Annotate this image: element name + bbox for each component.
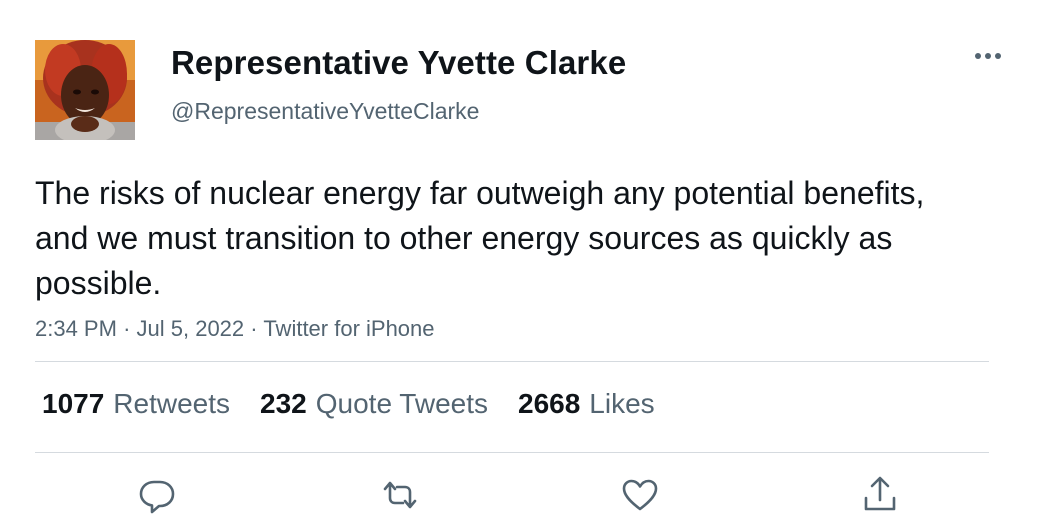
avatar[interactable]: [35, 40, 135, 140]
quote-tweets-label: Quote Tweets: [315, 388, 488, 419]
quote-tweets-count: 232: [260, 388, 307, 419]
tweet-card: Representative Yvette Clarke @Representa…: [0, 0, 1050, 525]
retweet-icon: [383, 481, 417, 509]
divider: [35, 361, 989, 362]
tweet-source[interactable]: Twitter for iPhone: [263, 316, 434, 341]
retweets-label: Retweets: [113, 388, 231, 419]
like-button[interactable]: [620, 475, 660, 515]
reply-button[interactable]: [137, 475, 177, 515]
tweet-meta: 2:34 PM · Jul 5, 2022 · Twitter for iPho…: [35, 316, 435, 342]
more-icon[interactable]: [972, 44, 1004, 68]
display-name[interactable]: Representative Yvette Clarke: [171, 44, 626, 82]
engagement-stats: 1077 Retweets 232 Quote Tweets 2668 Like…: [42, 388, 685, 420]
meta-separator: ·: [250, 316, 258, 341]
retweets-count: 1077: [42, 388, 105, 419]
tweet-time[interactable]: 2:34 PM: [35, 316, 117, 341]
likes-stat[interactable]: 2668 Likes: [518, 388, 655, 420]
share-icon: [864, 476, 896, 511]
meta-separator: ·: [123, 316, 131, 341]
quote-tweets-stat[interactable]: 232 Quote Tweets: [260, 388, 488, 420]
likes-label: Likes: [589, 388, 655, 419]
tweet-date[interactable]: Jul 5, 2022: [137, 316, 245, 341]
retweets-stat[interactable]: 1077 Retweets: [42, 388, 230, 420]
reply-icon: [139, 480, 175, 514]
share-button[interactable]: [860, 475, 900, 515]
action-bar: [0, 475, 1050, 515]
likes-count: 2668: [518, 388, 581, 419]
user-handle[interactable]: @RepresentativeYvetteClarke: [171, 98, 479, 125]
tweet-text: The risks of nuclear energy far outweigh…: [35, 175, 925, 301]
avatar-image: [35, 40, 135, 140]
retweet-button[interactable]: [380, 475, 420, 515]
heart-icon: [622, 479, 658, 511]
divider: [35, 452, 989, 453]
